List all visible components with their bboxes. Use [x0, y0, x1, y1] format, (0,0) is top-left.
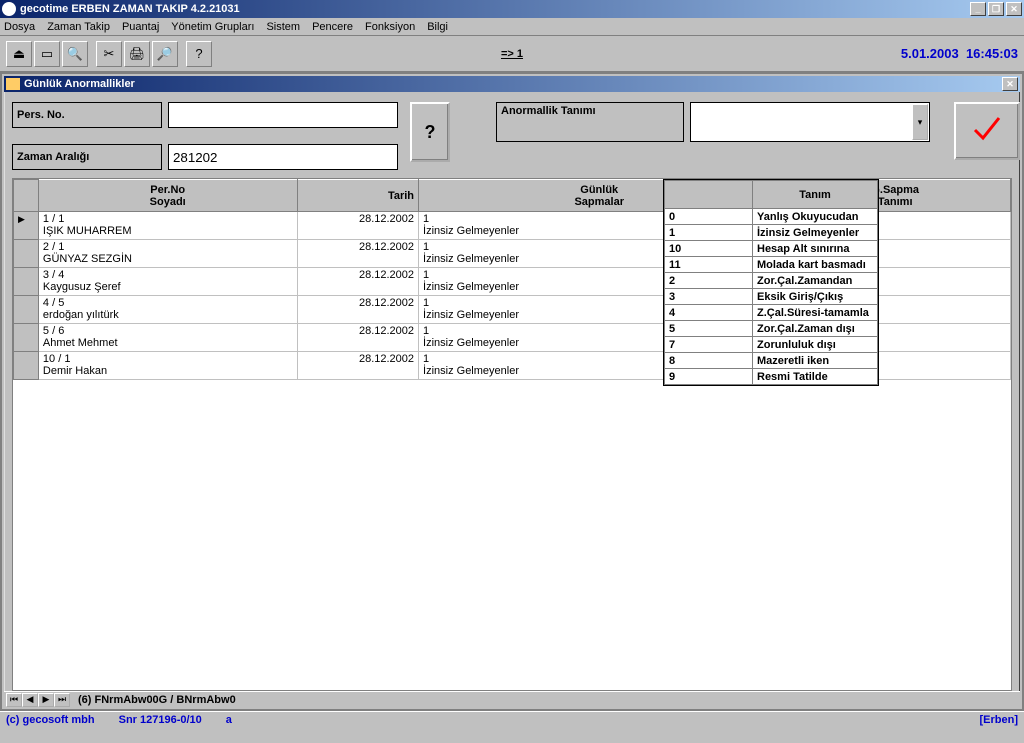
cell-perno[interactable]: 10 / 1Demir Hakan: [38, 352, 297, 380]
menu-puantaj[interactable]: Puantaj: [122, 21, 159, 33]
col-header-perno[interactable]: Per.NoSoyadı: [38, 180, 297, 212]
nav-first-button[interactable]: ⏮: [6, 693, 22, 707]
cell-perno[interactable]: 4 / 5erdoğan yılıtürk: [38, 296, 297, 324]
menubar: Dosya Zaman Takip Puantaj Yönetim Grupla…: [0, 18, 1024, 36]
label-persno: Pers. No.: [12, 102, 162, 128]
cell-tarih[interactable]: 28.12.2002: [297, 324, 419, 352]
tool-exit-icon[interactable]: ⏏: [6, 41, 32, 67]
menu-pencere[interactable]: Pencere: [312, 21, 353, 33]
menu-zaman-takip[interactable]: Zaman Takip: [47, 21, 110, 33]
cell-tarih[interactable]: 28.12.2002: [297, 212, 419, 240]
child-icon: [6, 78, 20, 90]
record-navigator: ⏮ ◀ ▶ ⏭ (6) FNrmAbw00G / BNrmAbw0: [4, 691, 1020, 707]
input-persno[interactable]: [168, 102, 398, 128]
nav-prev-button[interactable]: ◀: [22, 693, 38, 707]
dropdown-header-blank: [665, 181, 753, 209]
anormallik-dropdown-button[interactable]: ▾: [912, 104, 928, 140]
dropdown-item[interactable]: 4Z.Çal.Süresi-tamamla: [665, 305, 878, 321]
close-button[interactable]: ✕: [1006, 2, 1022, 16]
row-selector[interactable]: [14, 352, 39, 380]
maximize-button[interactable]: ❐: [988, 2, 1004, 16]
status-snr: Snr 127196-0/10: [119, 714, 202, 726]
dropdown-item[interactable]: 3Eksik Giriş/Çıkış: [665, 289, 878, 305]
label-zaman: Zaman Aralığı: [12, 144, 162, 170]
status-copyright: (c) gecosoft mbh: [6, 714, 95, 726]
menu-dosya[interactable]: Dosya: [4, 21, 35, 33]
app-icon: [2, 2, 16, 16]
cell-perno[interactable]: 2 / 1GÜNYAZ SEZGİN: [38, 240, 297, 268]
child-titlebar: Günlük Anormallikler ✕: [4, 76, 1020, 92]
confirm-button[interactable]: [954, 102, 1020, 160]
statusbar: (c) gecosoft mbh Snr 127196-0/10 a [Erbe…: [0, 711, 1024, 727]
mdi-area: Günlük Anormallikler ✕ Pers. No. Zaman A…: [0, 72, 1024, 711]
dropdown-item[interactable]: 8Mazeretli iken: [665, 353, 878, 369]
row-selector[interactable]: [14, 212, 39, 240]
dropdown-item[interactable]: 2Zor.Çal.Zamandan: [665, 273, 878, 289]
cell-tarih[interactable]: 28.12.2002: [297, 296, 419, 324]
dropdown-item[interactable]: 11Molada kart basmadı: [665, 257, 878, 273]
cell-tarih[interactable]: 28.12.2002: [297, 352, 419, 380]
row-selector[interactable]: [14, 268, 39, 296]
label-anormallik: Anormallik Tanımı: [496, 102, 684, 142]
tool-zoom-icon[interactable]: 🔍: [62, 41, 88, 67]
dropdown-item[interactable]: 1İzinsiz Gelmeyenler: [665, 225, 878, 241]
help-button[interactable]: ?: [410, 102, 450, 162]
menu-bilgi[interactable]: Bilgi: [427, 21, 448, 33]
tool-print-icon[interactable]: 🖨: [124, 41, 150, 67]
nav-last-button[interactable]: ⏭: [54, 693, 70, 707]
cell-tarih[interactable]: 28.12.2002: [297, 268, 419, 296]
dropdown-item[interactable]: 0Yanlış Okuyucudan: [665, 209, 878, 225]
input-zaman[interactable]: [168, 144, 398, 170]
tool-help-icon[interactable]: ?: [186, 41, 212, 67]
dropdown-item[interactable]: 10Hesap Alt sınırına: [665, 241, 878, 257]
cell-tarih[interactable]: 28.12.2002: [297, 240, 419, 268]
nav-label: (6) FNrmAbw00G / BNrmAbw0: [78, 694, 236, 706]
cell-perno[interactable]: 5 / 6Ahmet Mehmet: [38, 324, 297, 352]
filter-form: Pers. No. Zaman Aralığı ? Anormallik Tan…: [4, 92, 1020, 178]
child-window: Günlük Anormallikler ✕ Pers. No. Zaman A…: [2, 74, 1022, 709]
grid-corner: [14, 180, 39, 212]
dropdown-item[interactable]: 9Resmi Tatilde: [665, 369, 878, 385]
input-anormallik[interactable]: ▾: [690, 102, 930, 142]
app-title: gecotime ERBEN ZAMAN TAKIP 4.2.21031: [20, 3, 968, 15]
dropdown-header-tanim[interactable]: Tanım: [753, 181, 878, 209]
status-erben: [Erben]: [980, 714, 1019, 726]
tool-cut-icon[interactable]: ✂: [96, 41, 122, 67]
child-close-button[interactable]: ✕: [1002, 77, 1018, 91]
toolbar-datetime: 5.01.2003 16:45:03: [901, 46, 1018, 61]
status-a: a: [226, 714, 232, 726]
menu-fonksiyon[interactable]: Fonksiyon: [365, 21, 415, 33]
toolbar-counter: => 1: [501, 48, 523, 60]
col-header-tarih[interactable]: Tarih: [297, 180, 419, 212]
row-selector[interactable]: [14, 324, 39, 352]
data-grid[interactable]: Per.NoSoyadı Tarih GünlükSapmalar G.Sapm…: [12, 178, 1012, 691]
dropdown-item[interactable]: 7Zorunluluk dışı: [665, 337, 878, 353]
minimize-button[interactable]: _: [970, 2, 986, 16]
toolbar: ⏏ ▭ 🔍 ✂ 🖨 🔎 ? => 1 5.01.2003 16:45:03: [0, 36, 1024, 72]
cell-perno[interactable]: 1 / 1IŞIK MUHARREM: [38, 212, 297, 240]
nav-next-button[interactable]: ▶: [38, 693, 54, 707]
tanim-dropdown[interactable]: Tanım 0Yanlış Okuyucudan1İzinsiz Gelmeye…: [663, 179, 879, 386]
child-title: Günlük Anormallikler: [24, 78, 135, 90]
row-selector[interactable]: [14, 240, 39, 268]
menu-sistem[interactable]: Sistem: [266, 21, 300, 33]
tool-find-icon[interactable]: 🔎: [152, 41, 178, 67]
row-selector[interactable]: [14, 296, 39, 324]
tool-cards-icon[interactable]: ▭: [34, 41, 60, 67]
cell-perno[interactable]: 3 / 4Kaygusuz Şeref: [38, 268, 297, 296]
menu-yonetim[interactable]: Yönetim Grupları: [171, 21, 254, 33]
dropdown-item[interactable]: 5Zor.Çal.Zaman dışı: [665, 321, 878, 337]
app-titlebar: gecotime ERBEN ZAMAN TAKIP 4.2.21031 _ ❐…: [0, 0, 1024, 18]
